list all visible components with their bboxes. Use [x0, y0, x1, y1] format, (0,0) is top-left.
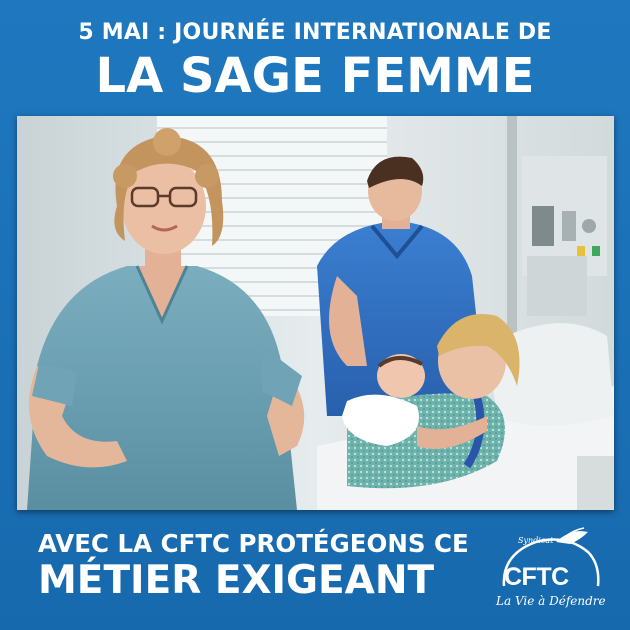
hospital-photo	[17, 116, 614, 510]
logo-cftc-text: CFTC	[504, 563, 569, 591]
footer-slogan-line1: AVEC LA CFTC PROTÉGEONS CE	[38, 529, 469, 558]
headline-date: 5 MAI : JOURNÉE INTERNATIONALE DE	[78, 20, 552, 45]
cftc-logo: Syndicat CFTC La Vie à Défendre	[496, 524, 608, 616]
logo-tagline: La Vie à Défendre	[496, 594, 606, 608]
poster: 5 MAI : JOURNÉE INTERNATIONALE DE LA SAG…	[0, 0, 630, 630]
footer-slogan-line2: MÉTIER EXIGEANT	[38, 558, 435, 603]
logo-syndicat-text: Syndicat	[518, 536, 554, 545]
photo-illustration	[17, 116, 614, 510]
headline-title: LA SAGE FEMME	[95, 48, 535, 104]
